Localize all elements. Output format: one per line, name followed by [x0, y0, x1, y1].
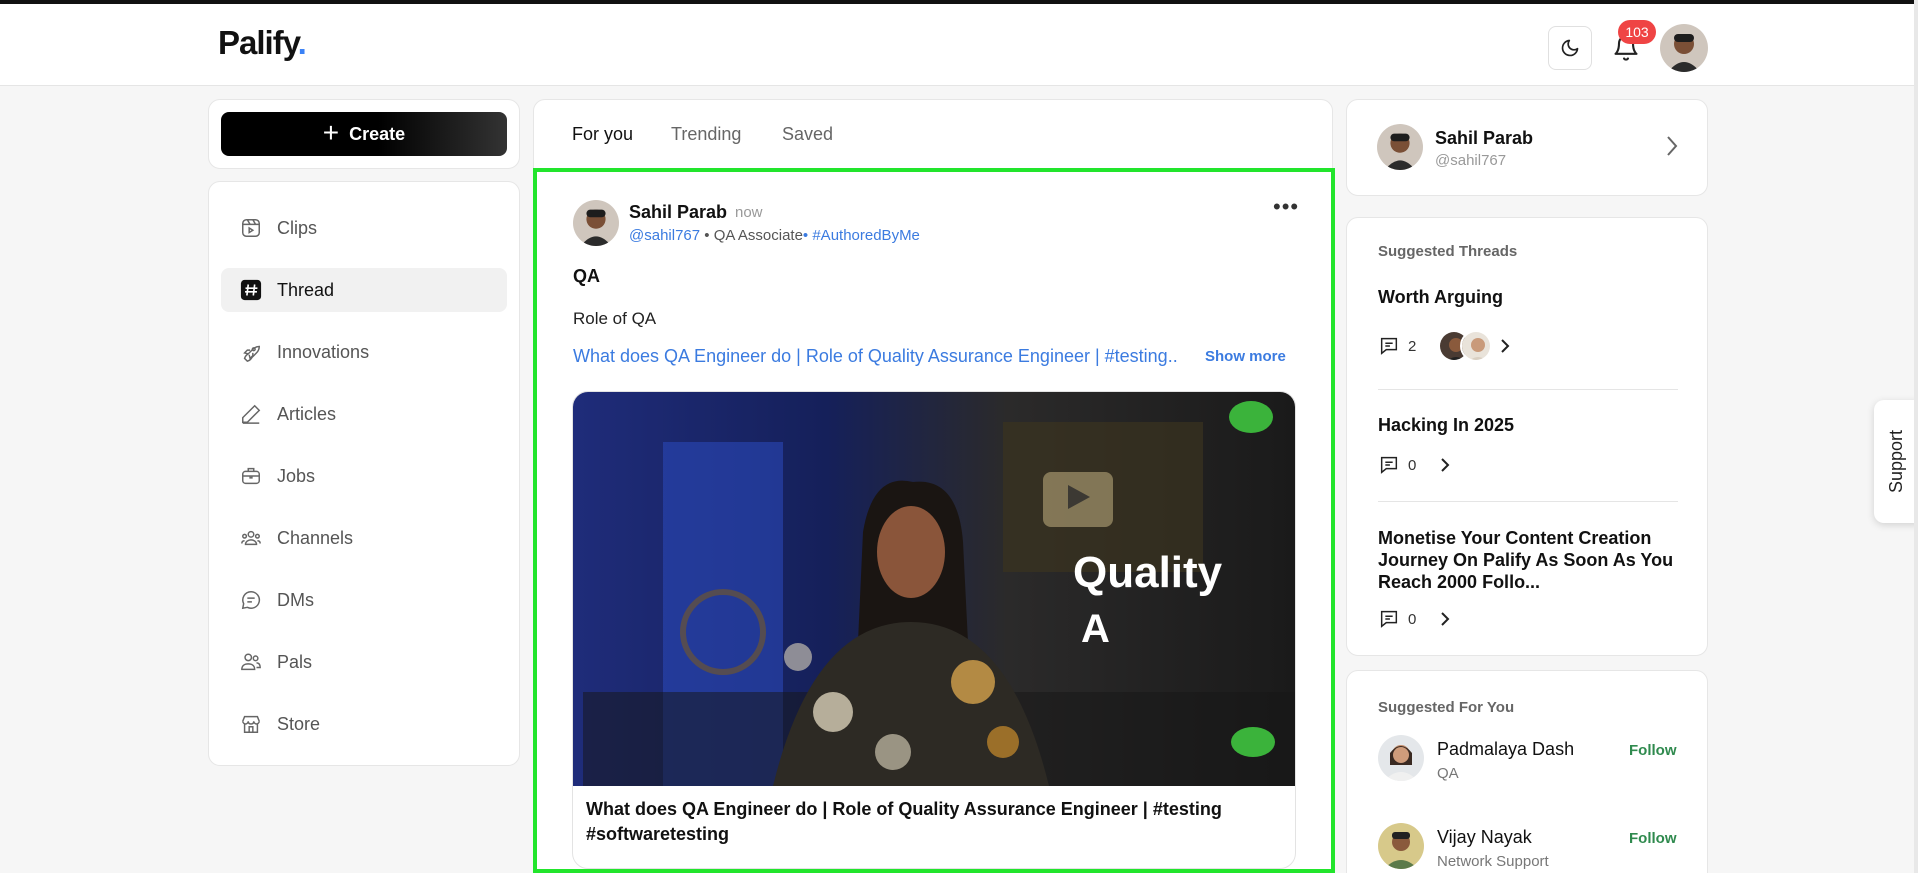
sidebar-nav: Clips Thread Innovations Articles Jobs C… [208, 181, 520, 766]
moon-icon [1561, 39, 1579, 57]
chevron-right-icon[interactable] [1440, 457, 1450, 473]
thread-comment-count: 0 [1408, 456, 1417, 474]
sidebar-item-pals[interactable]: Pals [221, 640, 507, 684]
suggested-user-avatar[interactable] [1378, 735, 1424, 781]
suggested-user-role: Network Support [1437, 853, 1549, 870]
chat-icon [239, 588, 263, 612]
thread-divider [1378, 389, 1678, 390]
sidebar-item-label: Jobs [277, 465, 316, 486]
sidebar-item-channels[interactable]: Channels [221, 516, 507, 560]
suggested-threads-heading: Suggested Threads [1378, 243, 1518, 260]
follow-button[interactable]: Follow [1629, 830, 1677, 847]
post-author-avatar[interactable] [573, 200, 619, 246]
sidebar-item-store[interactable]: Store [221, 702, 507, 746]
thread-title[interactable]: Monetise Your Content Creation Journey O… [1378, 527, 1688, 593]
video-overlay-line1: Quality [1073, 548, 1223, 597]
video-embed-card[interactable]: Quality A What does QA Engineer do | Rol… [572, 391, 1296, 869]
top-header: Palify. 103 [0, 4, 1918, 86]
notification-count-badge: 103 [1618, 20, 1656, 44]
sidebar-item-articles[interactable]: Articles [221, 392, 507, 436]
profile-name: Sahil Parab [1435, 128, 1534, 148]
support-label: Support [1886, 429, 1907, 494]
page-scrollbar[interactable] [1914, 0, 1918, 873]
video-thumbnail[interactable]: Quality A [573, 392, 1295, 786]
post-hashtag[interactable]: • #AuthoredByMe [803, 227, 920, 244]
people-icon [239, 650, 263, 674]
users-group-icon [239, 526, 263, 550]
sidebar-item-jobs[interactable]: Jobs [221, 454, 507, 498]
create-button[interactable]: + Create [221, 112, 507, 156]
sidebar-item-label: Channels [277, 527, 354, 548]
post-author-name[interactable]: Sahil Parab [629, 202, 727, 223]
plus-icon: + [322, 116, 340, 148]
hash-icon [239, 278, 263, 302]
post-timestamp: now [735, 204, 763, 221]
suggested-threads-card: Suggested Threads Worth Arguing 2 Hackin… [1346, 217, 1708, 656]
pen-icon [239, 402, 263, 426]
tab-saved[interactable]: Saved [782, 124, 833, 145]
post-author-handle[interactable]: @sahil767 [629, 227, 700, 244]
profile-avatar[interactable] [1377, 124, 1423, 170]
sidebar-item-dms[interactable]: DMs [221, 578, 507, 622]
comment-icon [1380, 456, 1398, 474]
thread-meta: 0 [1378, 454, 1450, 476]
dark-mode-toggle-button[interactable] [1548, 26, 1592, 70]
profile-handle: @sahil767 [1435, 152, 1507, 169]
thread-divider [1378, 501, 1678, 502]
create-button-label: Create [349, 123, 406, 144]
show-more-button[interactable]: Show more [1205, 348, 1286, 365]
more-options-icon[interactable]: ••• [1273, 194, 1299, 220]
thread-meta: 0 [1378, 608, 1450, 630]
suggested-for-you-heading: Suggested For You [1378, 699, 1515, 716]
suggested-for-you-card: Suggested For You Padmalaya Dash QA Foll… [1346, 670, 1708, 873]
post-author-role: • QA Associate [704, 227, 803, 244]
tab-for-you[interactable]: For you [572, 124, 633, 145]
palify-logo[interactable]: Palify. [218, 24, 307, 62]
suggested-user-name[interactable]: Padmalaya Dash [1437, 739, 1574, 760]
post-body: Role of QA [573, 309, 657, 328]
suggested-user-role: QA [1437, 765, 1459, 782]
thread-title[interactable]: Worth Arguing [1378, 286, 1688, 308]
user-avatar[interactable] [1660, 24, 1708, 72]
sidebar-item-label: Thread [277, 279, 335, 300]
support-tab[interactable]: Support [1874, 400, 1918, 523]
video-overlay-line2: A [1081, 607, 1110, 651]
chevron-right-icon[interactable] [1500, 338, 1510, 354]
follow-button[interactable]: Follow [1629, 742, 1677, 759]
profile-summary-card[interactable]: Sahil Parab @sahil767 [1346, 99, 1708, 196]
suggested-user-name[interactable]: Vijay Nayak [1437, 827, 1532, 848]
thread-comment-count: 0 [1408, 610, 1417, 628]
rocket-icon [239, 340, 263, 364]
sidebar-item-innovations[interactable]: Innovations [221, 330, 507, 374]
chevron-right-icon[interactable] [1440, 611, 1450, 627]
clips-icon [239, 216, 263, 240]
comment-icon [1380, 610, 1398, 628]
sidebar-item-clips[interactable]: Clips [221, 206, 507, 250]
sidebar-item-label: Articles [277, 403, 337, 424]
thread-meta: 2 [1378, 330, 1510, 362]
post-card[interactable]: Sahil Parab now @sahil767 • QA Associate… [533, 168, 1335, 873]
post-link[interactable]: What does QA Engineer do | Role of Quali… [573, 346, 1178, 367]
create-card: + Create [208, 99, 520, 169]
chevron-right-icon[interactable] [1665, 134, 1679, 158]
sidebar-item-label: Pals [277, 651, 313, 672]
briefcase-icon [239, 464, 263, 488]
thread-title[interactable]: Hacking In 2025 [1378, 414, 1688, 436]
sidebar-item-label: Store [277, 713, 321, 734]
thread-comment-count: 2 [1408, 337, 1417, 355]
tab-trending[interactable]: Trending [671, 124, 741, 145]
video-caption[interactable]: What does QA Engineer do | Role of Quali… [586, 797, 1276, 847]
sidebar-item-label: DMs [277, 589, 314, 610]
comment-icon [1380, 337, 1398, 355]
post-title: QA [573, 266, 600, 286]
suggested-user-avatar[interactable] [1378, 823, 1424, 869]
sidebar-item-thread[interactable]: Thread [221, 268, 507, 312]
store-icon [239, 712, 263, 736]
post-author-meta: @sahil767 • QA Associate• #AuthoredByMe [629, 227, 920, 244]
sidebar-item-label: Innovations [277, 341, 370, 362]
sidebar-item-label: Clips [277, 217, 318, 238]
thread-participant-avatars [1438, 330, 1493, 362]
